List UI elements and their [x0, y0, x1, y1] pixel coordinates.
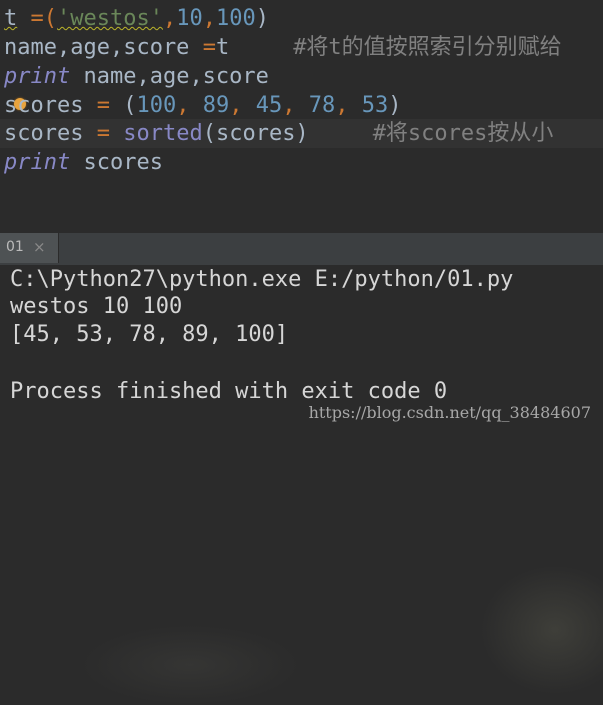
code-line-6[interactable]: print scores [4, 148, 163, 177]
token-text: name,age,score [70, 64, 269, 89]
console-line: Process finished with exit code 0 [10, 379, 448, 404]
token-comma: , [176, 93, 203, 118]
token-string: 'westos' [57, 6, 163, 31]
token-paren: ) [388, 93, 402, 118]
token-number: 100 [136, 93, 177, 118]
token-number: 10 [176, 6, 203, 31]
code-line-2[interactable]: name,age,score =t #将t的值按照索引分别赋给 [4, 33, 562, 62]
token-number: 78 [308, 93, 336, 118]
token-comma: , [282, 93, 309, 118]
code-line-4[interactable]: scores = (100, 89, 45, 78, 53) [4, 91, 401, 120]
token-paren: ( [123, 93, 137, 118]
token-assign: =( [17, 6, 57, 31]
token-comma: , [229, 93, 256, 118]
token-comma: , [162, 6, 177, 31]
code-comment: #将t的值按照索引分别赋给 [293, 35, 562, 60]
token-text: scores [70, 150, 163, 175]
token-assign: = [202, 35, 216, 60]
token-comma: , [202, 6, 216, 31]
token-assign: = [83, 121, 124, 146]
token-number: 53 [361, 93, 389, 118]
console-line: C:\Python27\python.exe E:/python/01.py [10, 267, 514, 292]
close-icon[interactable]: × [33, 238, 46, 256]
code-line-5[interactable]: scores = sorted(scores) #将scores按从小 [4, 119, 553, 148]
token-text: (scores) [202, 121, 309, 146]
token-var: t [215, 35, 230, 60]
watermark: https://blog.csdn.net/qq_38484607 [308, 403, 591, 422]
token-var: scores [4, 93, 84, 118]
background-decoration [80, 625, 300, 705]
run-tab-label: 01 [6, 239, 24, 255]
console-line: westos 10 100 [10, 294, 183, 319]
token-number: 100 [215, 6, 256, 31]
code-editor[interactable]: t =('westos',10,100) name,age,score =t #将… [0, 0, 603, 232]
token-print-keyword: print [4, 64, 71, 89]
token-number: 45 [255, 93, 283, 118]
token-builtin: sorted [123, 121, 203, 146]
run-tool-window-tabs: 01 × [0, 232, 603, 265]
token-comma: , [335, 93, 362, 118]
token-var: t [4, 6, 18, 31]
console-line: [45, 53, 78, 89, 100] [10, 322, 289, 347]
background-decoration [480, 565, 603, 695]
code-line-3[interactable]: print name,age,score [4, 62, 269, 91]
token-number: 89 [202, 93, 230, 118]
token-print-keyword: print [4, 150, 71, 175]
code-line-1[interactable]: t =('westos',10,100) [4, 4, 269, 33]
token-paren: ) [255, 6, 269, 31]
token-assign: = [83, 93, 124, 118]
code-comment: #将scores按从小 [372, 121, 554, 146]
token-text: name,age,score [4, 35, 203, 60]
token-var: scores [4, 121, 84, 146]
run-tab[interactable]: 01 × [0, 233, 59, 263]
